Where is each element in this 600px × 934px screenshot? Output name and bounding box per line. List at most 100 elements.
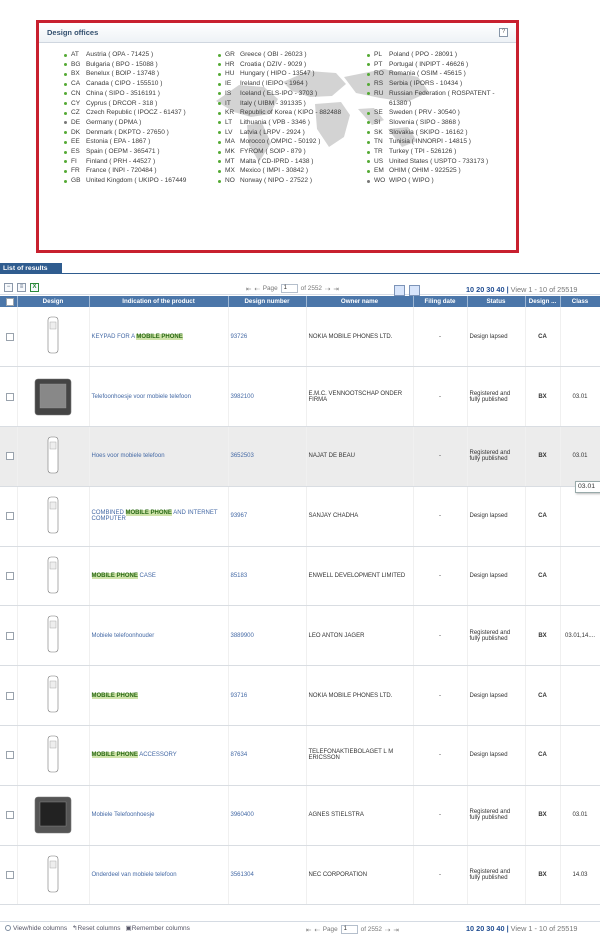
office-item[interactable]: MK FYROM ( SOIP - 879 ) [218,147,367,157]
row-select-cell[interactable] [0,665,18,727]
row-checkbox[interactable] [6,631,14,640]
column-owner-name[interactable]: Owner name [306,296,414,307]
office-item[interactable]: EE Estonia ( EPA - 1867 ) [64,137,218,147]
select-all-header[interactable] [0,296,18,307]
table-row[interactable]: Mobiele Telefoonhoesje 3960400 AGNES STI… [0,785,600,846]
product-text-prefix[interactable]: Hoes voor mobiele telefoon [92,453,165,459]
design-number-link[interactable]: 3652503 [231,453,254,459]
column-design[interactable]: Design [17,296,90,307]
product-cell[interactable]: MOBILE PHONE CASE [89,546,229,607]
office-item[interactable]: EM OHIM ( OHIM - 922525 ) [367,166,517,176]
product-cell[interactable]: COMBINED MOBILE PHONE AND INTERNET COMPU… [89,486,229,547]
office-item[interactable]: HR Croatia ( DZIV - 9029 ) [218,60,367,70]
row-select-cell[interactable] [0,845,18,906]
design-thumbnail[interactable] [31,794,75,836]
table-row[interactable]: MOBILE PHONE CASE 85183 ENWELL DEVELOPME… [0,546,600,607]
office-item[interactable]: AT Austria ( OPA - 71425 ) [64,50,218,60]
product-cell[interactable]: MOBILE PHONE [89,665,229,727]
row-select-cell[interactable] [0,785,18,846]
page-input[interactable]: 1 [340,925,358,934]
row-select-cell[interactable] [0,486,18,547]
design-thumbnail-cell[interactable] [17,307,90,368]
design-number-link[interactable]: 3960400 [231,812,254,818]
office-item[interactable]: BG Bulgaria ( BPO - 15088 ) [64,60,218,70]
design-thumbnail[interactable] [38,613,68,658]
page-input[interactable]: 1 [280,284,298,293]
office-item[interactable]: US United States ( USPTO - 733173 ) [367,157,517,167]
row-checkbox[interactable] [6,751,14,760]
product-text-prefix[interactable]: Mobiele telefoonhouder [92,633,155,639]
search-highlight[interactable]: MOBILE PHONE [125,510,172,517]
grid-view-icon[interactable] [409,285,420,296]
office-item[interactable]: TR Turkey ( TPI - 526126 ) [367,147,517,157]
search-highlight[interactable]: MOBILE PHONE [91,573,138,580]
office-item[interactable]: IT Italy ( UIBM - 391335 ) [218,99,367,109]
table-row[interactable]: Telefoonhoesje voor mobiele telefoon 398… [0,366,600,428]
product-text-suffix[interactable]: ACCESSORY [139,752,177,758]
office-item[interactable]: CN China ( SIPO - 3516191 ) [64,89,218,99]
row-checkbox[interactable] [6,691,14,700]
table-row[interactable]: KEYPAD FOR A MOBILE PHONE 93726 NOKIA MO… [0,307,600,368]
office-item[interactable]: DK Denmark ( DKPTO - 27650 ) [64,128,218,138]
design-thumbnail[interactable] [38,434,68,479]
office-item[interactable]: SE Sweden ( PRV - 30540 ) [367,108,517,118]
page-size-links[interactable]: 10 20 30 40 [466,924,505,933]
office-item[interactable]: 61380 ) [367,99,517,109]
product-cell[interactable]: Hoes voor mobiele telefoon [89,426,229,487]
column-design-office[interactable]: Design ... [525,296,561,307]
office-item[interactable]: MX Mexico ( IMPI - 30842 ) [218,166,367,176]
list-view-icon[interactable] [394,285,405,296]
table-row[interactable]: COMBINED MOBILE PHONE AND INTERNET COMPU… [0,486,600,547]
office-item[interactable]: LV Latvia ( LRPV - 2924 ) [218,128,367,138]
design-thumbnail-cell[interactable] [17,605,90,667]
design-thumbnail[interactable] [38,733,68,778]
design-number-link[interactable]: 93726 [231,334,248,340]
row-select-cell[interactable] [0,605,18,667]
first-page-icon[interactable]: ⇤ [246,285,251,293]
product-cell[interactable]: Mobiele Telefoonhoesje [89,785,229,846]
design-number-cell[interactable]: 3652503 [228,426,307,487]
remember-columns-button[interactable]: ▣ Remember columns [126,924,190,933]
last-page-icon[interactable]: ⇥ [333,285,338,293]
design-thumbnail-cell[interactable] [17,665,90,727]
design-thumbnail[interactable] [38,554,68,599]
office-item[interactable]: IE Ireland ( IEIPO - 1964 ) [218,79,367,89]
product-text-prefix[interactable]: Telefoonhoesje voor mobiele telefoon [92,394,191,400]
office-item[interactable]: TN Tunisia ( INNORPI - 14815 ) [367,137,517,147]
office-item[interactable]: MA Morocco ( OMPIC - 50192 ) [218,137,367,147]
select-all-checkbox[interactable] [6,297,14,306]
office-item[interactable]: RO Romania ( OSIM - 45615 ) [367,69,517,79]
design-thumbnail[interactable] [38,314,68,359]
table-row[interactable]: Mobiele telefoonhouder 3889900 LEO ANTON… [0,605,600,667]
design-number-link[interactable]: 85183 [231,573,248,579]
design-thumbnail-cell[interactable] [17,725,90,786]
row-checkbox[interactable] [6,811,14,820]
design-thumbnail-cell[interactable] [17,486,90,547]
product-cell[interactable]: Mobiele telefoonhouder [89,605,229,667]
design-number-link[interactable]: 93716 [231,693,248,699]
office-item[interactable]: CY Cyprus ( DRCOR - 318 ) [64,99,218,109]
office-item[interactable]: CA Canada ( CIPO - 155510 ) [64,79,218,89]
row-select-cell[interactable] [0,366,18,428]
product-cell[interactable]: Onderdeel van mobiele telefoon [89,845,229,906]
table-row[interactable]: Onderdeel van mobiele telefoon 3561304 N… [0,845,600,906]
excel-export-icon[interactable]: X [30,283,39,292]
office-item[interactable]: IS Iceland ( ELS-IPO - 3703 ) [218,89,367,99]
product-text-prefix[interactable]: Mobiele Telefoonhoesje [92,812,155,818]
column-product[interactable]: Indication of the product [89,296,229,307]
row-select-cell[interactable] [0,725,18,786]
office-item[interactable]: HU Hungary ( HIPO - 13547 ) [218,69,367,79]
row-checkbox[interactable] [6,871,14,880]
design-thumbnail[interactable] [38,494,68,539]
design-thumbnail-cell[interactable] [17,785,90,846]
office-item[interactable]: PL Poland ( PPO - 28091 ) [367,50,517,60]
previous-page-icon[interactable]: ⇠ [254,285,259,293]
row-checkbox[interactable] [6,452,14,461]
reset-columns-button[interactable]: ↰ Reset columns [72,924,120,933]
design-number-cell[interactable]: 3960400 [228,785,307,846]
row-select-cell[interactable] [0,307,18,368]
design-thumbnail[interactable] [38,673,68,718]
design-number-cell[interactable]: 3561304 [228,845,307,906]
design-number-cell[interactable]: 93967 [228,486,307,547]
office-item[interactable]: SI Slovenia ( SIPO - 3868 ) [367,118,517,128]
